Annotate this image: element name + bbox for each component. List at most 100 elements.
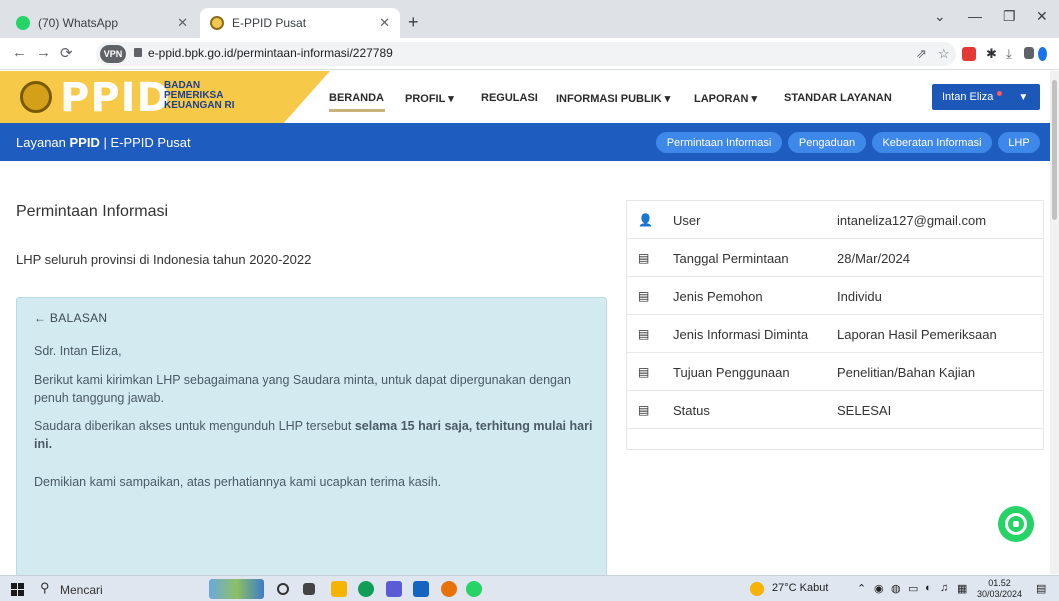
forward-icon[interactable]: → xyxy=(36,44,51,61)
reload-icon[interactable]: ⟳ xyxy=(60,44,73,62)
service-prefix: Layanan xyxy=(16,135,70,150)
info-value: intaneliza127@gmail.com xyxy=(837,213,987,228)
weather-icon[interactable] xyxy=(750,582,764,596)
browser-tab-strip: (70) WhatsApp ✕ E-PPID Pusat ✕ + ⌄ — ❐ ✕ xyxy=(0,0,1059,38)
service-bold: PPID xyxy=(69,135,100,150)
tab-e-ppid[interactable]: E-PPID Pusat ✕ xyxy=(200,8,400,38)
info-row: ▤ Tujuan Penggunaan Penelitian/Bahan Kaj… xyxy=(627,353,1043,391)
chrome-icon[interactable] xyxy=(441,581,457,597)
whatsapp-float-button[interactable] xyxy=(998,506,1034,542)
tab-label: E-PPID Pusat xyxy=(232,16,307,30)
logo-sub-line: KEUANGAN RI xyxy=(164,100,235,111)
restore-icon[interactable]: ❐ xyxy=(1003,8,1016,25)
pen-icon[interactable]: ◐ xyxy=(925,582,932,594)
pill-pengaduan[interactable]: Pengaduan xyxy=(788,132,866,153)
service-bar: Layanan PPID | E-PPID Pusat Permintaan I… xyxy=(0,123,1059,161)
info-value: Penelitian/Bahan Kajian xyxy=(837,365,976,380)
ppid-logo[interactable]: PPID xyxy=(60,75,171,121)
download-icon[interactable]: ⤓ xyxy=(1006,46,1012,62)
vpn-extension-icon[interactable]: VPN xyxy=(100,45,126,63)
window-close-icon[interactable]: ✕ xyxy=(1036,8,1048,25)
nav-beranda[interactable]: BERANDA xyxy=(329,92,384,104)
close-icon[interactable]: ✕ xyxy=(379,15,390,31)
pill-keberatan-informasi[interactable]: Keberatan Informasi xyxy=(872,132,992,153)
tray-app-icon[interactable]: ◉ xyxy=(874,582,884,595)
info-row: ▤ Jenis Pemohon Individu xyxy=(627,277,1043,315)
notification-dot xyxy=(997,90,1003,96)
windows-start-icon[interactable] xyxy=(11,583,24,596)
active-nav-underline xyxy=(329,109,385,112)
sidepanel-icon[interactable] xyxy=(1024,47,1034,59)
tab-whatsapp[interactable]: (70) WhatsApp ✕ xyxy=(6,8,198,38)
whatsapp-taskbar-icon[interactable] xyxy=(466,581,482,597)
pill-lhp[interactable]: LHP xyxy=(998,132,1040,153)
bookmark-star-icon[interactable]: ☆ xyxy=(938,46,950,62)
edge-icon[interactable] xyxy=(358,581,374,597)
file-explorer-icon[interactable] xyxy=(331,581,347,597)
scrollbar-thumb[interactable] xyxy=(1052,80,1057,220)
tray-chevron-icon[interactable]: ⌃ xyxy=(857,582,866,595)
whatsapp-icon xyxy=(16,16,30,30)
pill-permintaan-informasi[interactable]: Permintaan Informasi xyxy=(656,132,782,153)
nav-regulasi[interactable]: REGULASI xyxy=(481,92,538,104)
reply-greeting: Sdr. Intan Eliza, xyxy=(34,344,122,358)
volume-icon[interactable]: ♫ xyxy=(940,582,948,594)
close-icon[interactable]: ✕ xyxy=(177,15,188,31)
url-text[interactable]: e-ppid.bpk.go.id/permintaan-informasi/22… xyxy=(148,46,393,60)
profile-shield-icon[interactable] xyxy=(1038,47,1047,61)
user-menu-button[interactable]: Intan Eliza ▼ xyxy=(932,84,1040,110)
info-value: 28/Mar/2024 xyxy=(837,251,910,266)
chevron-down-icon[interactable]: ⌄ xyxy=(934,8,946,25)
info-label: Status xyxy=(673,403,710,418)
info-label: User xyxy=(673,213,701,228)
back-icon[interactable]: ← xyxy=(12,44,27,61)
user-name: Intan Eliza xyxy=(942,91,994,103)
reply-panel: ← BALASAN Sdr. Intan Eliza, Berikut kami… xyxy=(16,297,607,587)
extensions-icon[interactable]: ✱ xyxy=(986,46,997,62)
logo-subtitle: BADAN PEMERIKSA KEUANGAN RI xyxy=(164,81,235,111)
taskbar-search[interactable]: Mencari xyxy=(60,583,103,597)
minimize-icon[interactable]: — xyxy=(968,8,982,24)
search-icon[interactable]: ⚲ xyxy=(40,580,50,596)
info-row: ▤ Tanggal Permintaan 28/Mar/2024 xyxy=(627,239,1043,277)
network-icon[interactable]: ◍ xyxy=(891,582,901,595)
weather-text[interactable]: 27°C Kabut xyxy=(772,582,828,594)
taskbar-clock[interactable]: 01.52 30/03/2024 xyxy=(977,578,1022,600)
whatsapp-icon xyxy=(1005,513,1027,535)
adblock-icon[interactable] xyxy=(962,47,976,61)
document-icon: ▤ xyxy=(638,251,650,265)
lock-icon[interactable] xyxy=(134,48,142,57)
info-label: Tanggal Permintaan xyxy=(673,251,789,266)
nav-laporan[interactable]: LAPORAN ▾ xyxy=(694,92,757,105)
browser-toolbar: ← → ⟳ VPN e-ppid.bpk.go.id/permintaan-in… xyxy=(0,38,1059,70)
request-text: LHP seluruh provinsi di Indonesia tahun … xyxy=(16,252,312,267)
tab-label: (70) WhatsApp xyxy=(38,16,119,30)
keyboard-icon[interactable]: ▦ xyxy=(957,582,967,595)
info-label: Jenis Informasi Diminta xyxy=(673,327,809,342)
new-tab-icon[interactable]: + xyxy=(408,12,419,33)
bpk-favicon-icon xyxy=(210,16,224,30)
mail-icon[interactable] xyxy=(413,581,429,597)
notification-icon[interactable]: ▤ xyxy=(1036,582,1046,595)
service-suffix: | E-PPID Pusat xyxy=(99,135,191,150)
bpk-emblem-icon[interactable] xyxy=(20,81,52,113)
document-icon: ▤ xyxy=(638,365,650,379)
share-icon[interactable]: ⇗ xyxy=(916,46,927,62)
cortana-icon[interactable] xyxy=(277,583,289,595)
info-label: Tujuan Penggunaan xyxy=(673,365,790,380)
battery-icon[interactable]: ▭ xyxy=(908,582,918,595)
clock-time: 01.52 xyxy=(988,578,1011,588)
nav-profil[interactable]: PROFIL ▾ xyxy=(405,92,454,105)
reply-paragraph-access: Saudara diberikan akses untuk mengunduh … xyxy=(34,417,594,453)
document-icon: ▤ xyxy=(638,327,650,341)
reply-heading: ← BALASAN xyxy=(34,311,108,325)
nav-informasi-publik[interactable]: INFORMASI PUBLIK ▾ xyxy=(556,92,670,105)
user-icon: 👤 xyxy=(638,213,653,227)
nav-standar-layanan[interactable]: STANDAR LAYANAN xyxy=(784,92,892,104)
search-highlight-image[interactable] xyxy=(209,579,264,599)
document-icon: ▤ xyxy=(638,403,650,417)
app-icon[interactable] xyxy=(386,581,402,597)
task-view-icon[interactable] xyxy=(303,583,315,595)
clock-date: 30/03/2024 xyxy=(977,589,1023,599)
info-row: 👤 User intaneliza127@gmail.com xyxy=(627,201,1043,239)
